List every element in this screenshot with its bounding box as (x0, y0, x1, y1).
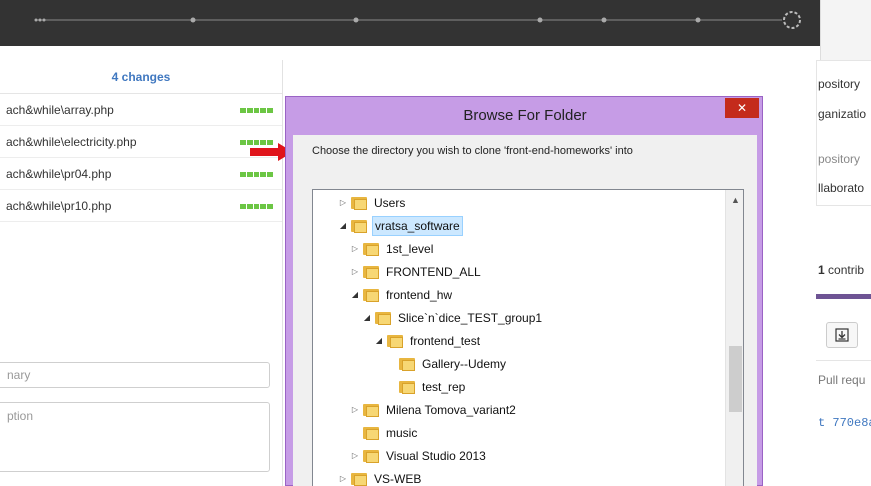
repository-label: pository (818, 77, 861, 91)
clone-button[interactable] (826, 322, 858, 348)
file-name: ach&while\electricity.php (6, 135, 137, 149)
folder-icon (363, 288, 379, 302)
commit-description-input[interactable]: ption (0, 402, 270, 472)
changes-count[interactable]: 4 changes (0, 60, 282, 94)
repository-sidebar: pository ganizatio pository llaborato 1 … (816, 60, 871, 486)
folder-node[interactable]: ◢ frontend_test (373, 330, 482, 352)
folder-label: vratsa_software (372, 216, 463, 236)
folder-label: test_rep (422, 380, 466, 394)
folder-icon (363, 242, 379, 256)
folder-label: VS-WEB (374, 472, 422, 486)
expanded-arrow-icon[interactable]: ◢ (349, 284, 361, 306)
folder-node[interactable]: music (349, 422, 419, 444)
contributors-count: 1 (818, 263, 825, 277)
dialog-title: Browse For Folder (463, 107, 587, 124)
folder-label: Users (374, 196, 406, 210)
collapsed-arrow-icon[interactable]: ▷ (337, 192, 349, 214)
collapsed-arrow-icon[interactable]: ▷ (349, 399, 361, 421)
folder-node[interactable]: ▷ VS-WEB (337, 468, 423, 486)
pull-requests-label[interactable]: Pull requ (818, 373, 865, 387)
folder-label: frontend_test (410, 334, 481, 348)
collapsed-arrow-icon[interactable]: ▷ (349, 261, 361, 283)
folder-label: music (386, 426, 418, 440)
repository-label-2: pository (818, 152, 861, 166)
commit-summary-input[interactable]: nary (0, 362, 270, 388)
tree-scrollbar[interactable]: ▲ (725, 190, 743, 486)
collapsed-arrow-icon[interactable]: ▷ (349, 238, 361, 260)
folder-label: FRONTEND_ALL (386, 265, 481, 279)
divider (816, 360, 871, 361)
file-name: ach&while\pr04.php (6, 167, 112, 181)
scroll-up-icon[interactable]: ▲ (726, 192, 743, 209)
app-window: 4 changes ach&while\array.php ach&while\… (0, 0, 871, 486)
collapsed-arrow-icon[interactable]: ▷ (337, 468, 349, 486)
folder-node[interactable]: ◢ frontend_hw (349, 284, 454, 306)
dialog-prompt: Choose the directory you wish to clone '… (312, 145, 633, 157)
organization-label[interactable]: ganizatio (818, 107, 866, 121)
collaborators-label[interactable]: llaborato (818, 181, 864, 195)
folder-label: 1st_level (386, 242, 434, 256)
folder-icon (363, 403, 379, 417)
top-right-area (820, 0, 871, 60)
folder-label: Slice`n`dice_TEST_group1 (398, 311, 543, 325)
folder-tree[interactable]: ▷ Users ◢ vratsa_software ▷ 1st_level ▷ FRONTEN… (312, 189, 744, 486)
folder-node[interactable]: ◢ vratsa_software (337, 215, 463, 237)
folder-icon (363, 426, 379, 440)
folder-node[interactable]: ▷ Users (337, 192, 407, 214)
download-icon (835, 328, 849, 342)
dialog-body: Choose the directory you wish to clone '… (293, 135, 757, 486)
changed-file-row[interactable]: ach&while\pr10.php (0, 190, 282, 222)
contributors-label[interactable]: 1 contrib (818, 263, 864, 277)
folder-icon (363, 449, 379, 463)
folder-icon (399, 380, 415, 394)
folder-node[interactable]: ▷ Milena Tomova_variant2 (349, 399, 518, 421)
close-button[interactable]: ✕ (725, 98, 759, 118)
changed-file-row[interactable]: ach&while\electricity.php (0, 126, 282, 158)
history-bar (0, 0, 820, 46)
folder-node[interactable]: ▷ 1st_level (349, 238, 435, 260)
browse-folder-dialog: Browse For Folder ✕ Choose the directory… (285, 96, 763, 486)
folder-node[interactable]: ▷ FRONTEND_ALL (349, 261, 483, 283)
file-name: ach&while\pr10.php (6, 199, 112, 213)
language-bar (816, 294, 871, 299)
folder-label: Milena Tomova_variant2 (386, 403, 516, 417)
folder-node[interactable]: test_rep (385, 376, 467, 398)
changes-panel: 4 changes ach&while\array.php ach&while\… (0, 60, 283, 486)
collapsed-arrow-icon[interactable]: ▷ (349, 445, 361, 467)
folder-icon (363, 265, 379, 279)
contributors-text: contrib (824, 263, 865, 277)
commit-hash[interactable]: t 770e8a (818, 416, 871, 430)
diffstat-bar (240, 172, 273, 177)
file-name: ach&while\array.php (6, 103, 114, 117)
diffstat-bar (240, 204, 273, 209)
history-timeline[interactable] (0, 0, 820, 46)
changed-file-row[interactable]: ach&while\pr04.php (0, 158, 282, 190)
scroll-thumb[interactable] (729, 346, 742, 412)
folder-icon (399, 357, 415, 371)
expanded-arrow-icon[interactable]: ◢ (361, 307, 373, 329)
changed-file-row[interactable]: ach&while\array.php (0, 94, 282, 126)
folder-label: frontend_hw (386, 288, 453, 302)
folder-node[interactable]: Gallery--Udemy (385, 353, 508, 375)
folder-icon (351, 196, 367, 210)
folder-label: Visual Studio 2013 (386, 449, 486, 463)
expanded-arrow-icon[interactable]: ◢ (337, 215, 349, 237)
folder-icon (387, 334, 403, 348)
folder-icon (351, 472, 367, 486)
folder-label: Gallery--Udemy (422, 357, 507, 371)
expanded-arrow-icon[interactable]: ◢ (373, 330, 385, 352)
folder-icon (375, 311, 391, 325)
folder-node[interactable]: ▷ Visual Studio 2013 (349, 445, 488, 467)
folder-icon (351, 219, 367, 233)
diffstat-bar (240, 108, 273, 113)
folder-node[interactable]: ◢ Slice`n`dice_TEST_group1 (361, 307, 544, 329)
